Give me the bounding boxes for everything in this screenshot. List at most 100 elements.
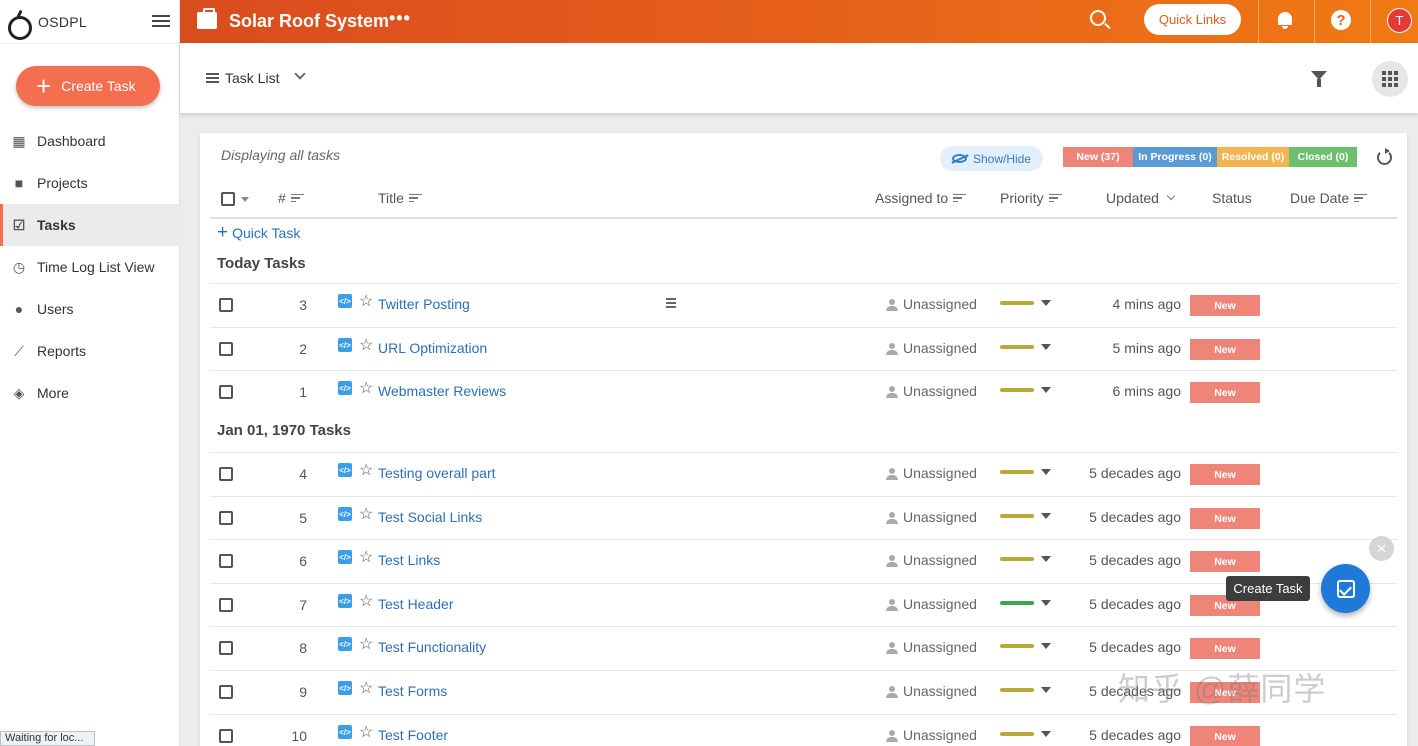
task-title-link[interactable]: URL Optimization	[378, 340, 487, 356]
star-icon[interactable]: ☆	[359, 637, 373, 653]
task-title-link[interactable]: Webmaster Reviews	[378, 383, 506, 399]
project-title[interactable]: Solar Roof System	[229, 11, 389, 32]
status-pill[interactable]: Closed (0)	[1289, 147, 1357, 167]
refresh-icon[interactable]	[1377, 148, 1392, 165]
caret-down-icon[interactable]	[1041, 387, 1051, 393]
col-assigned[interactable]: Assigned to	[875, 190, 967, 206]
quick-task-link[interactable]: + Quick Task	[217, 223, 300, 242]
assigned-to[interactable]: Unassigned	[903, 340, 977, 356]
star-icon[interactable]: ☆	[359, 463, 373, 479]
row-checkbox[interactable]	[219, 554, 233, 568]
assigned-to[interactable]: Unassigned	[903, 552, 977, 568]
row-checkbox[interactable]	[219, 385, 233, 399]
sort-icon[interactable]	[290, 193, 304, 203]
status-pill[interactable]: In Progress (0)	[1133, 147, 1217, 167]
sidebar-item-projects[interactable]: ■ Projects	[0, 162, 180, 204]
caret-down-icon[interactable]	[1041, 513, 1051, 519]
star-icon[interactable]: ☆	[359, 381, 373, 397]
table-row[interactable]: 7 </> ☆ Test Header Unassigned 5 decades ago N…	[210, 583, 1397, 627]
show-hide-button[interactable]: Show/Hide	[940, 146, 1043, 171]
priority-bar[interactable]	[1000, 732, 1034, 736]
star-icon[interactable]: ☆	[359, 294, 373, 310]
row-checkbox[interactable]	[219, 298, 233, 312]
col-updated[interactable]: Updated	[1106, 190, 1176, 206]
task-title-link[interactable]: Test Links	[378, 552, 440, 568]
star-icon[interactable]: ☆	[359, 594, 373, 610]
row-checkbox[interactable]	[219, 467, 233, 481]
status-badge[interactable]: New	[1190, 726, 1260, 746]
star-icon[interactable]: ☆	[359, 507, 373, 523]
table-row[interactable]: 10 </> ☆ Test Footer Unassigned 5 decades ago…	[210, 714, 1397, 746]
sidebar-item-tasks[interactable]: ☑ Tasks	[0, 204, 180, 246]
quick-links-button[interactable]: Quick Links	[1144, 4, 1241, 35]
priority-bar[interactable]	[1000, 388, 1034, 392]
caret-down-icon[interactable]	[1041, 556, 1051, 562]
menu-toggle-icon[interactable]	[152, 15, 170, 29]
sidebar-item-time-log-list-view[interactable]: ◷ Time Log List View	[0, 246, 180, 288]
caret-down-icon[interactable]	[1041, 643, 1051, 649]
star-icon[interactable]: ☆	[359, 550, 373, 566]
row-checkbox[interactable]	[219, 729, 233, 743]
sidebar-item-more[interactable]: ◈ More	[0, 372, 180, 414]
row-checkbox[interactable]	[219, 342, 233, 356]
view-selector[interactable]: Task List	[225, 70, 279, 86]
caret-down-icon[interactable]	[1041, 344, 1051, 350]
row-checkbox[interactable]	[219, 685, 233, 699]
col-num[interactable]: #	[278, 190, 304, 206]
status-badge[interactable]: New	[1190, 508, 1260, 529]
status-badge[interactable]: New	[1190, 382, 1260, 403]
sort-icon[interactable]	[1048, 193, 1062, 203]
grid-apps-icon[interactable]	[1372, 61, 1408, 97]
sort-icon[interactable]	[953, 193, 967, 203]
close-icon[interactable]: ×	[1369, 536, 1394, 561]
table-row[interactable]: 2 </> ☆ URL Optimization Unassigned 5 mins ag…	[210, 327, 1397, 371]
project-more-icon[interactable]: •••	[389, 8, 411, 29]
status-pill[interactable]: New (37)	[1063, 147, 1133, 167]
task-title-link[interactable]: Testing overall part	[378, 465, 496, 481]
caret-down-icon[interactable]	[1041, 300, 1051, 306]
priority-bar[interactable]	[1000, 514, 1034, 518]
select-all[interactable]	[221, 192, 249, 206]
task-title-link[interactable]: Test Social Links	[378, 509, 482, 525]
priority-bar[interactable]	[1000, 557, 1034, 561]
help-icon[interactable]: ?	[1331, 10, 1351, 30]
caret-down-icon[interactable]	[241, 196, 249, 202]
table-row[interactable]: 3 </> ☆ Twitter Posting Unassigned 4 mins ago…	[210, 283, 1397, 327]
priority-bar[interactable]	[1000, 601, 1034, 605]
search-icon[interactable]	[1090, 10, 1106, 26]
create-task-fab[interactable]	[1321, 564, 1370, 613]
caret-down-icon[interactable]	[1041, 600, 1051, 606]
star-icon[interactable]: ☆	[359, 681, 373, 697]
table-row[interactable]: 1 </> ☆ Webmaster Reviews Unassigned 6 mins a…	[210, 370, 1397, 414]
priority-bar[interactable]	[1000, 644, 1034, 648]
col-due-date[interactable]: Due Date	[1290, 190, 1368, 206]
caret-down-icon[interactable]	[1041, 687, 1051, 693]
status-badge[interactable]: New	[1190, 464, 1260, 485]
status-badge[interactable]: New	[1190, 638, 1260, 659]
task-title-link[interactable]: Test Functionality	[378, 639, 486, 655]
table-row[interactable]: 4 </> ☆ Testing overall part Unassigned 5 dec…	[210, 452, 1397, 496]
row-checkbox[interactable]	[219, 598, 233, 612]
row-checkbox[interactable]	[219, 641, 233, 655]
avatar[interactable]: T	[1387, 8, 1412, 33]
filter-icon[interactable]	[1311, 71, 1327, 87]
table-row[interactable]: 5 </> ☆ Test Social Links Unassigned 5 decade…	[210, 496, 1397, 540]
assigned-to[interactable]: Unassigned	[903, 639, 977, 655]
assigned-to[interactable]: Unassigned	[903, 596, 977, 612]
chevron-down-icon[interactable]	[294, 68, 306, 80]
sidebar-item-dashboard[interactable]: ▦ Dashboard	[0, 120, 180, 162]
task-title-link[interactable]: Twitter Posting	[378, 296, 470, 312]
assigned-to[interactable]: Unassigned	[903, 383, 977, 399]
table-row[interactable]: 6 </> ☆ Test Links Unassigned 5 decades ago Ne…	[210, 539, 1397, 583]
status-pill[interactable]: Resolved (0)	[1217, 147, 1289, 167]
assigned-to[interactable]: Unassigned	[903, 509, 977, 525]
create-task-button[interactable]: + Create Task	[16, 66, 160, 106]
sort-icon[interactable]	[1354, 193, 1368, 203]
assigned-to[interactable]: Unassigned	[903, 465, 977, 481]
caret-down-icon[interactable]	[1041, 469, 1051, 475]
select-all-checkbox[interactable]	[221, 192, 235, 206]
caret-down-icon[interactable]	[1041, 731, 1051, 737]
priority-bar[interactable]	[1000, 301, 1034, 305]
bell-icon[interactable]	[1277, 10, 1293, 30]
sort-icon[interactable]	[408, 193, 422, 203]
